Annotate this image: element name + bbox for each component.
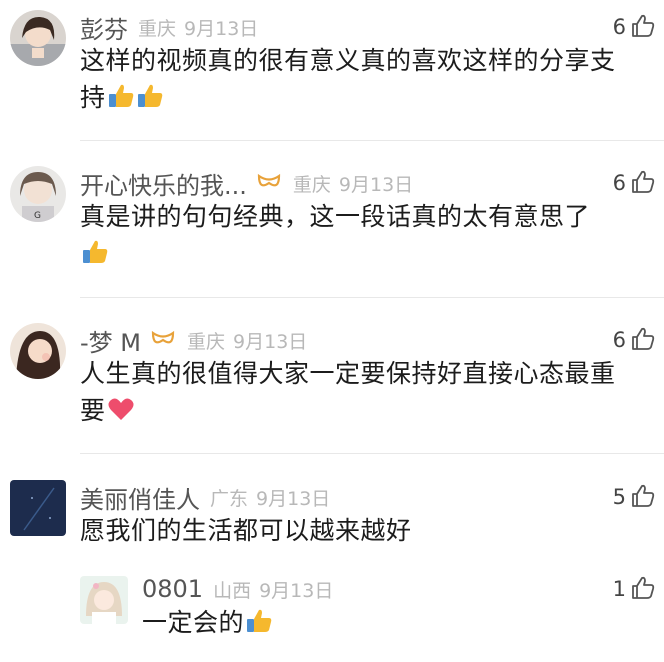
username[interactable]: 美丽俏佳人: [80, 480, 200, 515]
username[interactable]: 开心快乐的我...: [80, 166, 247, 201]
comment-item: -梦 M 重庆 9月13日 6 人生真的很值得大家一定要保持好直接心态最重要: [0, 313, 664, 473]
location: 重庆: [187, 330, 226, 353]
username[interactable]: -梦 M: [80, 323, 141, 358]
like-count: 6: [612, 328, 626, 352]
like-count: 1: [612, 577, 626, 601]
comment-meta: 0801 山西 9月13日: [142, 574, 333, 604]
comment-meta: -梦 M 重庆 9月13日: [80, 323, 308, 358]
fan-badge-icon: [257, 173, 280, 187]
comment-text: 人生真的很值得大家一定要保持好直接心态最重要: [80, 355, 624, 429]
avatar[interactable]: [10, 480, 66, 536]
divider: [80, 140, 664, 141]
thumbs-up-icon[interactable]: [630, 326, 656, 352]
comment-text: 一定会的: [142, 604, 624, 641]
comment-text: 愿我们的生活都可以越来越好: [80, 512, 624, 549]
date: 9月13日: [256, 487, 331, 510]
comment-text: 这样的视频真的很有意义真的喜欢这样的分享支持: [80, 42, 624, 116]
comment-text-content: 真是讲的句句经典，这一段话真的太有意思了: [80, 202, 591, 231]
avatar[interactable]: [10, 323, 66, 379]
avatar[interactable]: G: [10, 166, 66, 222]
comment-item: 彭芬 重庆 9月13日 6 这样的视频真的很有意义真的喜欢这样的分享支持: [0, 0, 664, 160]
divider: [80, 453, 664, 454]
reply-item: 0801 山西 9月13日 1 一定会的: [0, 570, 664, 662]
thumbs-up-icon[interactable]: [630, 169, 656, 195]
location: 广东: [210, 487, 249, 510]
date: 9月13日: [338, 173, 414, 196]
svg-text:G: G: [34, 211, 41, 221]
thumbs-up-emoji-icon: [83, 240, 108, 263]
divider: [80, 297, 664, 298]
like-count: 5: [612, 485, 626, 509]
comment-item: G 开心快乐的我... 重庆 9月13日 6 真是讲的句句经典，这一段话真的太有…: [0, 156, 664, 316]
avatar[interactable]: [80, 576, 128, 624]
comment-text-content: 人生真的很值得大家一定要保持好直接心态最重要: [80, 359, 616, 425]
like-count: 6: [612, 15, 626, 39]
comment-meta: 开心快乐的我... 重庆 9月13日: [80, 166, 414, 201]
comment-meta: 彭芬 重庆 9月13日: [80, 10, 259, 45]
username[interactable]: 彭芬: [80, 10, 128, 45]
avatar[interactable]: [10, 10, 66, 66]
thumbs-up-emoji-icon: [247, 609, 272, 632]
comment-meta: 美丽俏佳人 广东 9月13日: [80, 480, 331, 515]
thumbs-up-emoji-icon: [108, 84, 133, 107]
comment-text: 真是讲的句句经典，这一段话真的太有意思了: [80, 198, 624, 272]
location: 山西: [213, 579, 252, 602]
like-count: 6: [612, 171, 626, 195]
fan-badge-icon: [151, 330, 175, 344]
thumbs-up-icon[interactable]: [630, 13, 656, 39]
comment-text-content: 愿我们的生活都可以越来越好: [80, 516, 412, 545]
comment-text-content: 一定会的: [142, 608, 245, 637]
location: 重庆: [292, 173, 331, 196]
location: 重庆: [138, 17, 177, 40]
heart-emoji-icon: [108, 398, 134, 420]
thumbs-up-emoji-icon: [137, 84, 162, 107]
date: 9月13日: [259, 579, 334, 602]
comment-item: 美丽俏佳人 广东 9月13日 5 愿我们的生活都可以越来越好: [0, 470, 664, 560]
username[interactable]: 0801: [142, 575, 203, 603]
thumbs-up-icon[interactable]: [630, 575, 656, 601]
date: 9月13日: [233, 330, 308, 353]
date: 9月13日: [184, 17, 259, 40]
thumbs-up-icon[interactable]: [630, 483, 656, 509]
